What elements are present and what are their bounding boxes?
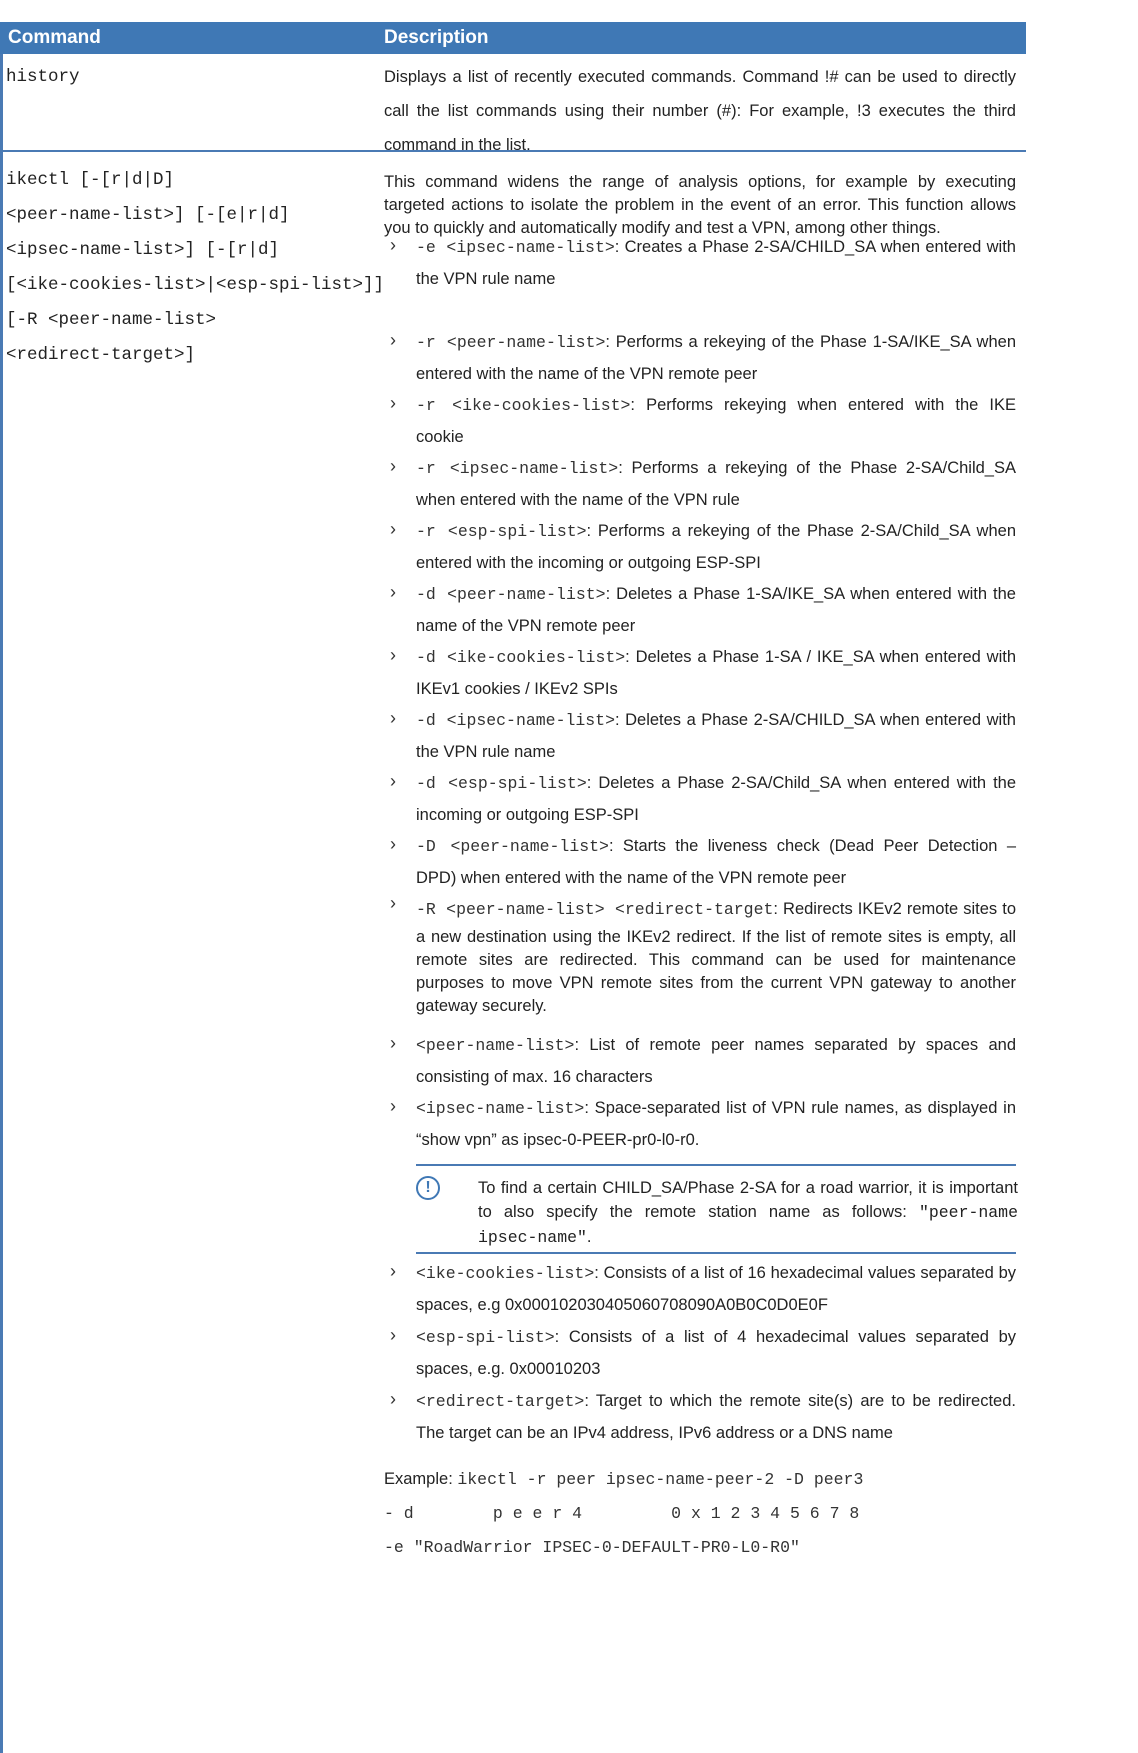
table-left-border [0,54,3,1753]
bullet-code: -r <esp-spi-list> [416,522,587,541]
command-ikectl-line-1: ikectl [-[r|d|D] [6,170,175,190]
command-ikectl-line-3: <ipsec-name-list>] [-[r|d] [6,240,280,260]
command-ikectl-line-6: <redirect-target>] [6,345,196,365]
example-code-2: - d p e e r 4 0 x 1 2 3 4 5 6 7 8 [384,1504,860,1523]
chevron-right-icon: › [390,1096,396,1116]
bullet-code: <ipsec-name-list> [416,1099,585,1118]
note-text: To find a certain CHILD_SA/Phase 2-SA fo… [478,1176,1018,1250]
bullet-code: <redirect-target> [416,1392,585,1411]
chevron-right-icon: › [390,834,396,854]
header-description: Description [384,27,489,48]
chevron-right-icon: › [390,582,396,602]
command-history: history [6,67,80,87]
note-end: . [586,1228,592,1246]
bullet-code: -d <ipsec-name-list> [416,711,615,730]
chevron-right-icon: › [390,235,396,255]
bullet-code: -D <peer-name-list> [416,837,609,856]
command-ikectl-line-4: [<ike-cookies-list>|<esp-spi-list>]] [6,275,385,295]
chevron-right-icon: › [390,1261,396,1281]
table-header: Command Description [0,22,1026,54]
exclamation-icon: ! [416,1176,440,1200]
chevron-right-icon: › [390,771,396,791]
bullet-code: -r <ike-cookies-list> [416,396,631,415]
example-line-1: Example: ikectl -r peer ipsec-name-peer-… [384,1462,1016,1497]
chevron-right-icon: › [390,708,396,728]
row-separator [3,150,1026,152]
bullet-code: -r <peer-name-list> [416,333,606,352]
description-history: Displays a list of recently executed com… [384,68,1016,154]
command-ikectl-line-2: <peer-name-list>] [-[e|r|d] [6,205,290,225]
bullet-code: -r <ipsec-name-list> [416,459,619,478]
chevron-right-icon: › [390,893,396,913]
description-ikectl-intro: This command widens the range of analysi… [384,173,1016,237]
example-block: Example: ikectl -r peer ipsec-name-peer-… [384,1462,1016,1565]
note-divider-top [416,1164,1016,1166]
note-divider-bottom [416,1252,1016,1254]
command-table: Command Description [0,22,1026,54]
chevron-right-icon: › [390,645,396,665]
header-command: Command [8,27,101,48]
example-code-3: -e "RoadWarrior IPSEC-0-DEFAULT-PR0-L0-R… [384,1538,800,1557]
chevron-right-icon: › [390,456,396,476]
chevron-right-icon: › [390,393,396,413]
chevron-right-icon: › [390,1033,396,1053]
bullet-code: -R <peer-name-list> <redirect-target [416,900,774,919]
chevron-right-icon: › [390,1389,396,1409]
chevron-right-icon: › [390,330,396,350]
bullet-code: <ike-cookies-list> [416,1264,595,1283]
chevron-right-icon: › [390,519,396,539]
bullet-code: -d <ike-cookies-list> [416,648,626,667]
bullet-code: <esp-spi-list> [416,1328,555,1347]
bullet-code: -d <esp-spi-list> [416,774,587,793]
bullet-code: <peer-name-list> [416,1036,575,1055]
example-label: Example: [384,1470,458,1488]
chevron-right-icon: › [390,1325,396,1345]
bullet-code: -d <peer-name-list> [416,585,606,604]
bullet-code: -e <ipsec-name-list> [416,238,615,257]
command-ikectl-line-5: [-R <peer-name-list> [6,310,217,330]
example-code-1: ikectl -r peer ipsec-name-peer-2 -D peer… [457,1470,864,1489]
